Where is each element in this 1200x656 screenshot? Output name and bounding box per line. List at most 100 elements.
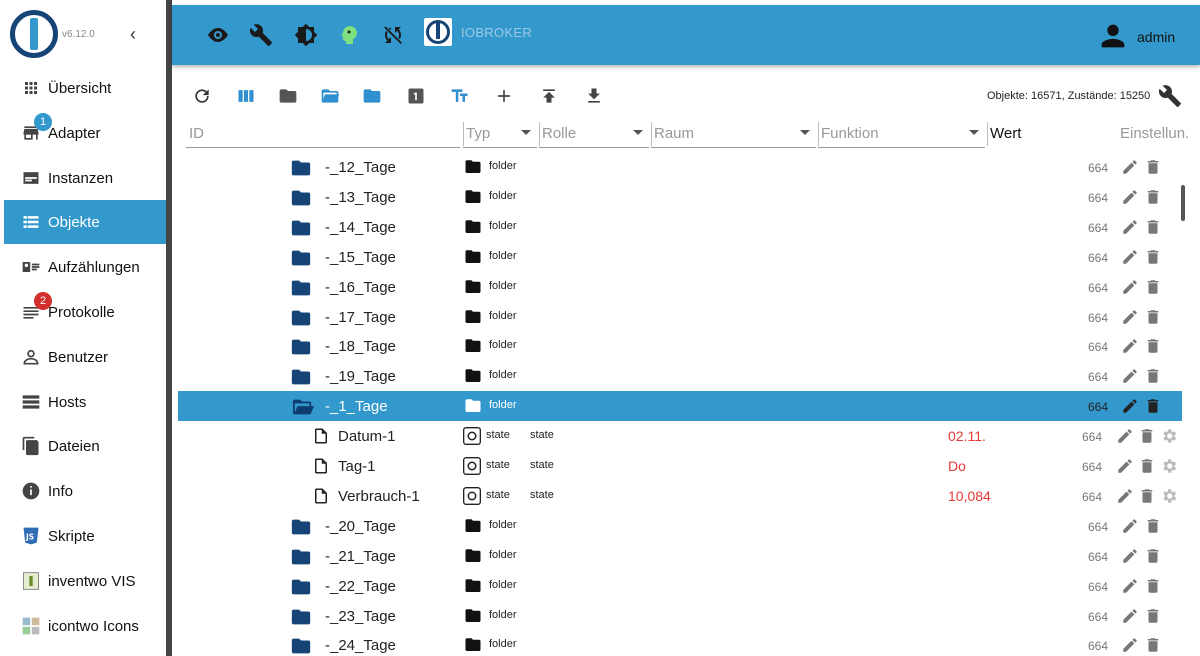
columns-icon[interactable] [234, 84, 258, 108]
type-filter-select[interactable]: Typ [463, 120, 537, 150]
edit-icon[interactable] [1116, 427, 1134, 450]
table-row[interactable]: -_18_Tage folder 664 [178, 331, 1182, 361]
brightness-icon[interactable] [294, 23, 318, 47]
table-row[interactable]: Verbrauch-1 state state 10,084 664 [178, 481, 1182, 511]
edit-icon[interactable] [1121, 188, 1139, 211]
object-value[interactable]: 10,084 [948, 488, 991, 504]
delete-icon[interactable] [1144, 218, 1162, 241]
folder-open-icon[interactable] [290, 396, 316, 423]
object-value[interactable]: Do [948, 458, 966, 474]
edit-icon[interactable] [1121, 278, 1139, 301]
acl-value[interactable]: 664 [1088, 161, 1108, 175]
folder-icon[interactable] [290, 516, 312, 543]
table-row[interactable]: -_20_Tage folder 664 [178, 511, 1182, 541]
table-row[interactable]: -_12_Tage folder 664 [178, 152, 1182, 182]
delete-icon[interactable] [1144, 308, 1162, 331]
acl-value[interactable]: 664 [1082, 460, 1102, 474]
acl-value[interactable]: 664 [1088, 340, 1108, 354]
folder-icon[interactable] [290, 546, 312, 573]
edit-icon[interactable] [1121, 517, 1139, 540]
iobroker-logo[interactable] [10, 10, 58, 58]
folder-icon[interactable] [290, 157, 312, 184]
table-row[interactable]: Datum-1 state state 02.11. 664 [178, 421, 1182, 451]
acl-value[interactable]: 664 [1088, 580, 1108, 594]
sidebar-item-hosts[interactable]: Hosts [4, 380, 166, 424]
delete-icon[interactable] [1144, 577, 1162, 600]
room-filter-select[interactable]: Raum [651, 120, 816, 150]
edit-icon[interactable] [1116, 457, 1134, 480]
gear-icon[interactable] [1160, 487, 1178, 510]
folder-icon[interactable] [290, 247, 312, 274]
acl-value[interactable]: 664 [1088, 520, 1108, 534]
folder-collapse-icon[interactable] [360, 84, 384, 108]
edit-icon[interactable] [1121, 218, 1139, 241]
delete-icon[interactable] [1144, 188, 1162, 211]
acl-value[interactable]: 664 [1088, 639, 1108, 653]
acl-value[interactable]: 664 [1088, 550, 1108, 564]
acl-value[interactable]: 664 [1088, 610, 1108, 624]
object-value[interactable]: 02.11. [948, 428, 986, 444]
acl-value[interactable]: 664 [1088, 281, 1108, 295]
edit-icon[interactable] [1121, 636, 1139, 656]
edit-icon[interactable] [1121, 158, 1139, 181]
acl-value[interactable]: 664 [1088, 251, 1108, 265]
acl-value[interactable]: 664 [1082, 490, 1102, 504]
download-icon[interactable] [582, 84, 606, 108]
sidebar-item-dateien[interactable]: Dateien [4, 424, 166, 468]
settings-wrench-icon[interactable] [1158, 84, 1182, 113]
table-row[interactable]: -_19_Tage folder 664 [178, 361, 1182, 391]
acl-value[interactable]: 664 [1082, 430, 1102, 444]
sidebar-item-info[interactable]: Info [4, 469, 166, 513]
text-size-icon[interactable] [448, 84, 472, 108]
edit-icon[interactable] [1121, 577, 1139, 600]
sidebar-item-benutzer[interactable]: Benutzer [4, 335, 166, 379]
expert-mode-icon[interactable] [337, 23, 361, 47]
delete-icon[interactable] [1144, 547, 1162, 570]
depth-one-icon[interactable] [404, 84, 428, 108]
table-row[interactable]: -_14_Tage folder 664 [178, 212, 1182, 242]
folder-icon[interactable] [276, 84, 300, 108]
edit-icon[interactable] [1121, 547, 1139, 570]
delete-icon[interactable] [1144, 367, 1162, 390]
acl-value[interactable]: 664 [1088, 311, 1108, 325]
acl-value[interactable]: 664 [1088, 221, 1108, 235]
sidebar-item-objekte[interactable]: Objekte [4, 200, 166, 244]
folder-open-icon[interactable] [318, 84, 342, 108]
table-row[interactable]: -_17_Tage folder 664 [178, 302, 1182, 332]
folder-icon[interactable] [290, 187, 312, 214]
table-scrollbar-thumb[interactable] [1181, 185, 1185, 221]
edit-icon[interactable] [1121, 367, 1139, 390]
folder-icon[interactable] [290, 635, 312, 656]
folder-icon[interactable] [290, 336, 312, 363]
delete-icon[interactable] [1144, 248, 1162, 271]
table-row[interactable]: -_24_Tage folder 664 [178, 630, 1182, 656]
delete-icon[interactable] [1138, 487, 1156, 510]
edit-icon[interactable] [1121, 308, 1139, 331]
eye-icon[interactable] [206, 23, 230, 47]
id-filter-input[interactable]: ID [186, 120, 460, 150]
table-row[interactable]: -_23_Tage folder 664 [178, 601, 1182, 631]
folder-icon[interactable] [290, 217, 312, 244]
sidebar-item-übersicht[interactable]: Übersicht [4, 66, 166, 110]
refresh-icon[interactable] [190, 84, 214, 108]
sidebar-item-icontwo-icons[interactable]: icontwo Icons [4, 604, 166, 648]
gear-icon[interactable] [1160, 427, 1178, 450]
edit-icon[interactable] [1121, 607, 1139, 630]
table-row[interactable]: -_1_Tage folder 664 [178, 391, 1182, 423]
sidebar-item-protokolle[interactable]: Protokolle 2 [4, 290, 166, 334]
table-row[interactable]: -_21_Tage folder 664 [178, 541, 1182, 571]
add-icon[interactable] [492, 84, 516, 108]
acl-value[interactable]: 664 [1088, 370, 1108, 384]
table-row[interactable]: -_22_Tage folder 664 [178, 571, 1182, 601]
gear-icon[interactable] [1160, 457, 1178, 480]
chevron-left-icon[interactable]: ‹ [130, 24, 136, 45]
table-row[interactable]: -_15_Tage folder 664 [178, 242, 1182, 272]
folder-icon[interactable] [290, 576, 312, 603]
user-name[interactable]: admin [1137, 29, 1175, 45]
edit-icon[interactable] [1121, 337, 1139, 360]
table-row[interactable]: -_13_Tage folder 664 [178, 182, 1182, 212]
sync-disabled-icon[interactable] [381, 23, 405, 47]
delete-icon[interactable] [1138, 457, 1156, 480]
delete-icon[interactable] [1144, 397, 1162, 420]
edit-icon[interactable] [1121, 397, 1139, 420]
